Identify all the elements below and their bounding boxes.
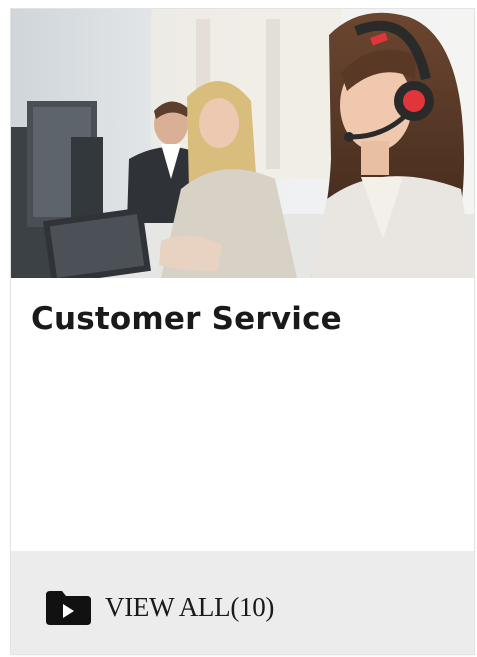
card-image[interactable]	[11, 9, 474, 278]
video-folder-icon	[43, 589, 93, 626]
view-all-link[interactable]: VIEW ALL(10)	[43, 589, 274, 626]
category-card[interactable]: Customer Service VIEW ALL(10)	[11, 9, 474, 654]
card-footer: VIEW ALL(10)	[11, 551, 474, 654]
card-title[interactable]: Customer Service	[31, 301, 342, 337]
call-center-photo	[11, 9, 474, 278]
view-all-label: VIEW ALL(10)	[105, 592, 275, 622]
